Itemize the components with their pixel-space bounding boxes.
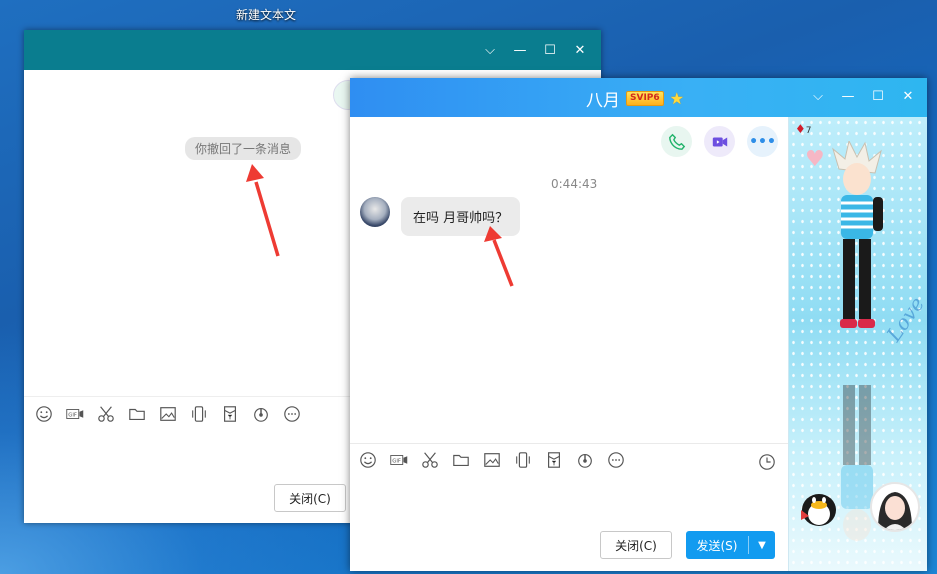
folder-icon[interactable] bbox=[121, 402, 152, 426]
send-button-label[interactable]: 发送(S) bbox=[686, 537, 748, 554]
phone-call-icon[interactable] bbox=[661, 126, 692, 157]
svg-text:GIF: GIF bbox=[68, 413, 77, 419]
heart-icon: ♥ bbox=[805, 147, 825, 172]
contact-avatar[interactable] bbox=[870, 482, 920, 532]
sender-avatar[interactable] bbox=[360, 197, 390, 227]
annotation-arrow bbox=[484, 226, 514, 287]
chevron-down-icon[interactable]: ⌵ bbox=[475, 42, 505, 60]
music-icon[interactable] bbox=[569, 448, 600, 472]
chevron-down-icon[interactable]: ▼ bbox=[749, 540, 775, 551]
folder-icon[interactable] bbox=[445, 448, 476, 472]
back-window-titlebar[interactable]: ⌵ — ☐ ✕ bbox=[24, 30, 601, 70]
scissors-icon[interactable] bbox=[90, 402, 121, 426]
contact-avatar-image bbox=[878, 492, 912, 530]
video-call-icon[interactable] bbox=[704, 126, 735, 157]
avatar-reflection bbox=[841, 385, 873, 541]
back-input-toolbar: GIF bbox=[28, 402, 307, 426]
front-input-toolbar: GIF bbox=[352, 448, 631, 472]
annotation-arrow bbox=[246, 164, 280, 257]
more-options-icon[interactable]: ••• bbox=[747, 126, 778, 157]
red-packet-icon[interactable] bbox=[538, 448, 569, 472]
back-close-button[interactable]: 关闭(C) bbox=[274, 484, 346, 512]
vip-badge[interactable]: SVIP6 bbox=[626, 91, 664, 106]
gem-count: 7 bbox=[805, 126, 812, 136]
window-title-group: 八月 SVIP6 ★ bbox=[586, 86, 684, 111]
contact-name: 八月 bbox=[586, 91, 620, 111]
shake-icon[interactable] bbox=[507, 448, 538, 472]
maximize-icon[interactable]: ☐ bbox=[535, 42, 565, 60]
front-chat-window: 八月 SVIP6 ★ ⌵ — ☐ ✕ ••• 0:44:43 在吗 月哥帅吗？ … bbox=[350, 78, 927, 571]
front-window-controls: ⌵ — ☐ ✕ bbox=[803, 88, 923, 106]
music-icon[interactable] bbox=[245, 402, 276, 426]
red-packet-icon[interactable] bbox=[214, 402, 245, 426]
chevron-down-icon[interactable]: ⌵ bbox=[803, 88, 833, 106]
gem-icon[interactable]: ♦7 bbox=[795, 122, 812, 136]
input-divider bbox=[350, 443, 788, 444]
front-window-titlebar[interactable]: 八月 SVIP6 ★ ⌵ — ☐ ✕ bbox=[350, 78, 927, 117]
send-button[interactable]: 发送(S) ▼ bbox=[686, 531, 775, 559]
emoji-icon[interactable] bbox=[352, 448, 383, 472]
recall-notice: 你撤回了一条消息 bbox=[185, 137, 302, 160]
desktop-icon-label[interactable]: 新建文本文 bbox=[236, 6, 296, 23]
scissors-icon[interactable] bbox=[414, 448, 445, 472]
emoji-icon[interactable] bbox=[28, 402, 59, 426]
chat-area: ••• 0:44:43 在吗 月哥帅吗？ GIF bbox=[350, 117, 788, 571]
message-timestamp: 0:44:43 bbox=[551, 177, 598, 191]
minimize-icon[interactable]: — bbox=[505, 42, 535, 60]
gif-icon[interactable]: GIF bbox=[383, 448, 414, 472]
close-icon[interactable]: ✕ bbox=[565, 42, 595, 60]
minimize-icon[interactable]: — bbox=[833, 88, 863, 106]
history-clock-icon[interactable] bbox=[751, 450, 782, 474]
qq-penguin-icon[interactable] bbox=[795, 488, 843, 528]
svg-text:GIF: GIF bbox=[392, 459, 401, 465]
call-buttons: ••• bbox=[661, 126, 778, 157]
star-icon[interactable]: ★ bbox=[670, 89, 684, 108]
avatar-character bbox=[832, 141, 883, 328]
front-close-button[interactable]: 关闭(C) bbox=[600, 531, 672, 559]
shake-icon[interactable] bbox=[183, 402, 214, 426]
image-icon[interactable] bbox=[476, 448, 507, 472]
more-icon[interactable] bbox=[276, 402, 307, 426]
maximize-icon[interactable]: ☐ bbox=[863, 88, 893, 106]
back-window-controls: ⌵ — ☐ ✕ bbox=[475, 42, 595, 60]
image-icon[interactable] bbox=[152, 402, 183, 426]
more-icon[interactable] bbox=[600, 448, 631, 472]
gif-icon[interactable]: GIF bbox=[59, 402, 90, 426]
close-icon[interactable]: ✕ bbox=[893, 88, 923, 106]
